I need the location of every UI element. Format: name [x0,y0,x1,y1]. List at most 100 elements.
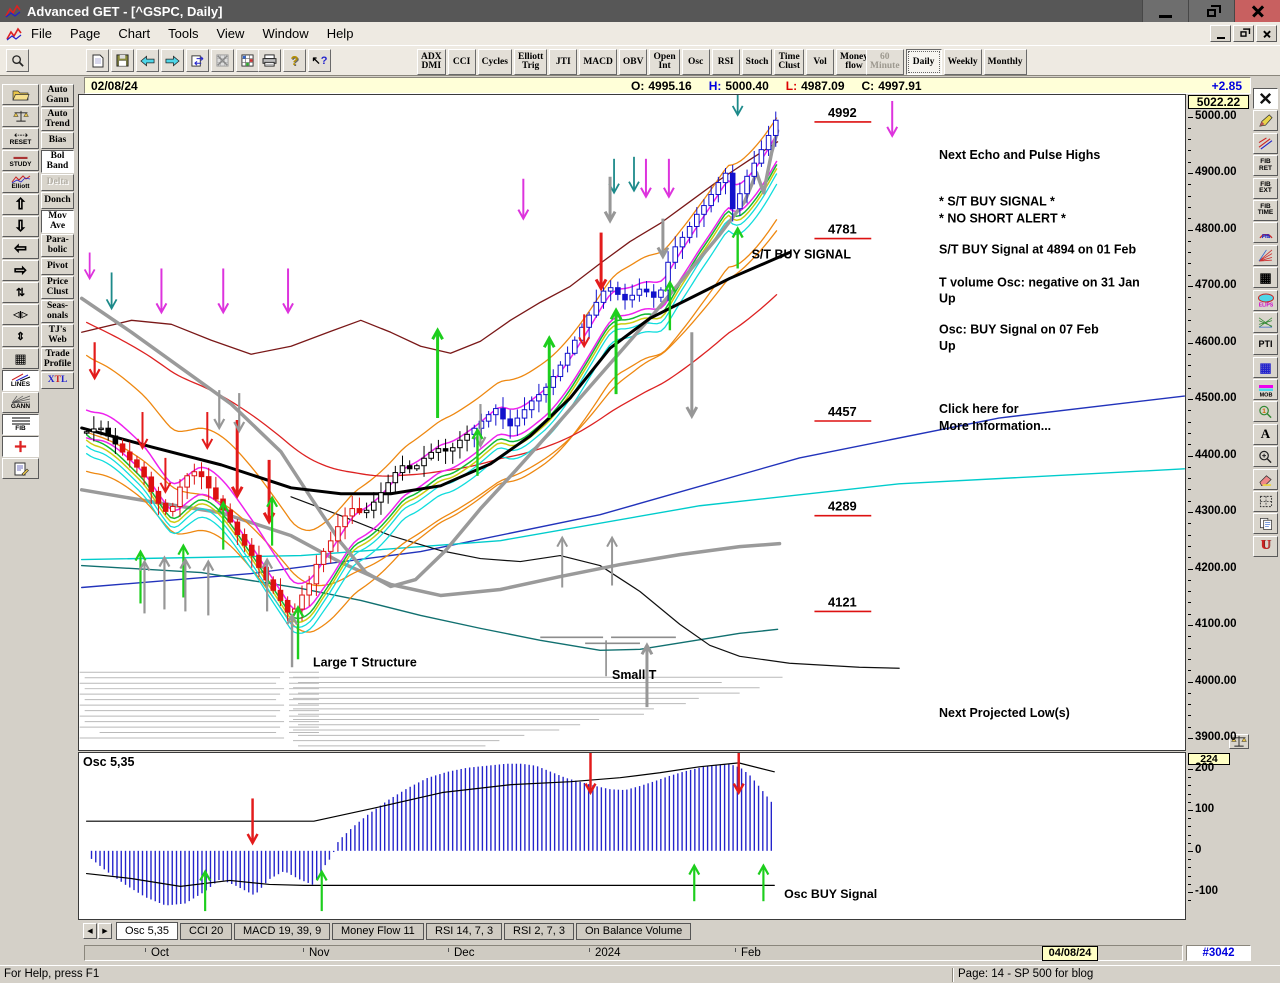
indicator-stoch-button[interactable]: Stoch [741,49,773,75]
draw-blue-grid-button[interactable]: ▦ [1253,356,1278,378]
draw-fib-time-button[interactable]: FIB TIME [1253,199,1278,221]
tab-on-balance-volume[interactable]: On Balance Volume [576,923,692,940]
toolbar-back-button[interactable] [136,49,159,72]
tool-scroll-right-button[interactable]: ⇨ [2,260,39,281]
study-price-clust-button[interactable]: Price Clust [41,276,74,299]
study-donch-button[interactable]: Donch [41,192,74,209]
indicator-vol-button[interactable]: Vol [806,49,835,75]
tool-compress-horizontal-button[interactable]: ⇕ [2,326,39,347]
draw-magnet-button[interactable]: U [1253,535,1278,557]
minimize-button[interactable] [1142,0,1188,22]
tool-scroll-left-button[interactable]: ⇦ [2,238,39,259]
study-delta-button[interactable]: Delta [41,174,74,191]
draw-copy-pages-button[interactable] [1253,513,1278,535]
tab-money-flow-11[interactable]: Money Flow 11 [332,923,424,940]
oscillator-scale[interactable]: 224 200 100 0 -100 [1188,752,1251,920]
tab-rsi-14-7-3[interactable]: RSI 14, 7, 3 [426,923,503,940]
indicator-cci-button[interactable]: CCI [447,49,476,75]
draw-pointer-button[interactable] [1253,88,1278,109]
draw-text-tool-button[interactable]: A [1253,423,1278,445]
timeframe-daily-button[interactable]: Daily [905,49,942,75]
toolbar-help-button[interactable]: ? [283,49,306,72]
close-button[interactable] [1234,0,1280,22]
draw-crossed-fan-button[interactable] [1253,311,1278,333]
tool-compress-vertical-button[interactable]: ⇅ [2,282,39,303]
tool-reset-button[interactable]: ⇠⇢ RESET [2,128,39,149]
indicator-osc-button[interactable]: Osc [681,49,710,75]
mdi-restore-button[interactable] [1233,25,1254,42]
indicator-elliott-trig-button[interactable]: Elliott Trig [513,49,548,75]
draw-fib-extension-button[interactable]: FIB EXT [1253,177,1278,199]
tool-fib-button[interactable]: FIB [2,414,39,435]
tool-study-button[interactable]: ▬▬ STUDY [2,150,39,171]
study-bias-button[interactable]: Bias [41,132,74,149]
tab-osc-5-35[interactable]: Osc 5,35 [116,922,179,940]
draw-mob-button[interactable]: MOB [1253,379,1278,401]
draw-ellipse-button[interactable]: ELIPS [1253,289,1278,311]
timeframe-weekly-button[interactable]: Weekly [943,49,982,75]
mdi-minimize-button[interactable] [1210,25,1231,42]
mdi-close-button[interactable] [1256,25,1277,42]
indicator-time-clust-button[interactable]: Time Clust [774,49,805,75]
menu-tools[interactable]: Tools [159,23,207,44]
study-xtl-button[interactable]: XTL [41,372,74,389]
toolbar-save-button[interactable] [111,49,134,72]
timeframe-monthly-button[interactable]: Monthly [983,49,1027,75]
tool-expand-horizontal-button[interactable]: ◁|▷ [2,304,39,325]
tool-lines-button[interactable]: LINES [2,370,39,391]
toolbar-grid-color-button[interactable] [236,49,259,72]
study-parabolic-button[interactable]: Para-bolic [41,234,74,257]
indicator-macd-button[interactable]: MACD [579,49,617,75]
draw-eraser-button[interactable] [1253,468,1278,490]
timeframe-60-minute-button[interactable]: 60 Minute [866,49,904,75]
draw-dashed-grid-button[interactable] [1253,491,1278,513]
toolbar-refresh-button[interactable] [186,49,209,72]
study-tjs-web-button[interactable]: TJ's Web [41,324,74,347]
toolbar-new-page-button[interactable] [86,49,109,72]
restore-button[interactable] [1188,0,1234,22]
tool-properties-button[interactable] [2,458,39,479]
tool-scroll-down-button[interactable]: ⇩ [2,216,39,237]
study-bol-band-button[interactable]: Bol Band [41,150,74,173]
indicator-rsi-button[interactable]: RSI [711,49,740,75]
study-seasonals-button[interactable]: Seas-onals [41,300,74,323]
draw-fib-arc-button[interactable]: FIB [1253,222,1278,244]
tool-gann-button[interactable]: GANN [2,392,39,413]
draw-pencil-button[interactable] [1253,110,1278,132]
menu-file[interactable]: File [22,23,61,44]
tool-grid-button[interactable]: ▦ [2,348,39,369]
draw-fib-retracement-button[interactable]: FIB RET [1253,155,1278,177]
study-mov-ave-button[interactable]: Mov Ave [41,210,74,233]
draw-grid-tool-button[interactable]: ▦ [1253,267,1278,289]
chart-area[interactable]: 4992 4781 4457 4289 4121 Next Echo and Pulse … [78,94,1186,751]
menu-help[interactable]: Help [318,23,363,44]
study-auto-trend-button[interactable]: Auto Trend [41,108,74,131]
study-pivot-button[interactable]: Pivot [41,258,74,275]
menu-view[interactable]: View [207,23,253,44]
study-trade-profile-button[interactable]: Trade Profile [41,348,74,371]
tool-scroll-up-button[interactable]: ⇧ [2,194,39,215]
tool-open-chart-button[interactable] [2,84,39,105]
indicator-open-int-button[interactable]: Open Int [649,49,680,75]
toolbar-grid-disabled-button[interactable] [211,49,234,72]
study-auto-gann-button[interactable]: Auto Gann [41,84,74,107]
draw-zoom-in-button[interactable] [1253,446,1278,468]
tool-elliott-button[interactable]: Elliott [2,172,39,193]
tab-cci-20[interactable]: CCI 20 [180,923,233,940]
tab-rsi-2-7-3[interactable]: RSI 2, 7, 3 [504,923,574,940]
toolbar-zoom-button[interactable] [6,49,29,72]
tab-scroll-right[interactable]: ▶ [98,923,112,939]
draw-inspect-button[interactable]: 1 [1253,401,1278,423]
draw-parallel-lines-button[interactable] [1253,132,1278,154]
toolbar-print-button[interactable] [258,49,281,72]
tab-scroll-left[interactable]: ◀ [83,923,97,939]
menu-chart[interactable]: Chart [109,23,159,44]
indicator-jti-button[interactable]: JTI [549,49,578,75]
tab-macd-19-39-9[interactable]: MACD 19, 39, 9 [234,923,331,940]
draw-fan-lines-button[interactable] [1253,244,1278,266]
indicator-adx-dmi-button[interactable]: ADX DMI [417,49,446,75]
tool-crosshair-button[interactable] [2,436,39,457]
indicator-cycles-button[interactable]: Cycles [477,49,512,75]
oscillator-area[interactable]: Osc 5,35 Osc BUY Signal [78,752,1186,920]
menu-page[interactable]: Page [61,23,109,44]
